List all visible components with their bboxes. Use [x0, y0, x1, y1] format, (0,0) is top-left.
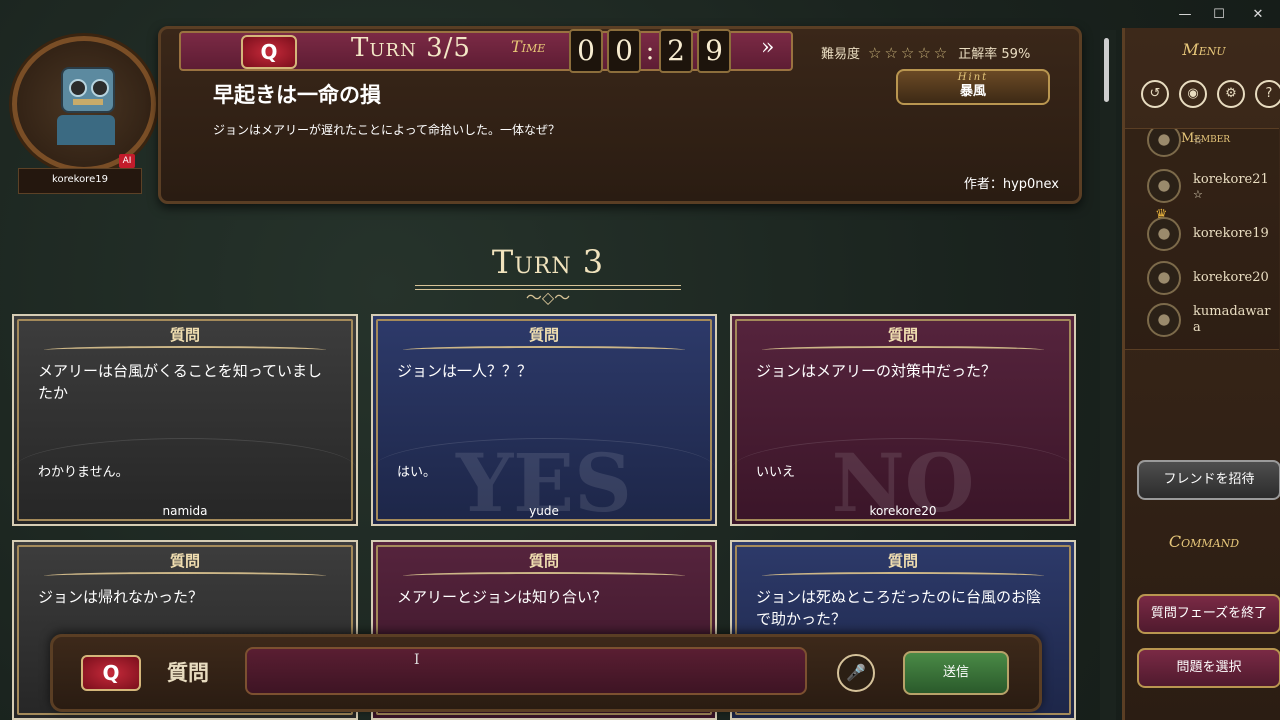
- card-author: korekore20: [869, 504, 937, 518]
- mic-icon[interactable]: 🎤: [837, 654, 875, 692]
- time-label: Time: [511, 37, 546, 56]
- timer-digit: 9: [697, 29, 731, 73]
- discord-icon[interactable]: ◉: [1179, 80, 1207, 108]
- avatar: [1147, 129, 1181, 157]
- question-card: 質問 ジョンは一人？？？ YES はい。 yude: [371, 314, 717, 526]
- member-item: ☆: [1147, 129, 1203, 157]
- member-list[interactable]: Member ☆ korekore21 ☆ ♛ korekore19 koreko…: [1125, 128, 1279, 350]
- scrollbar-thumb[interactable]: [1104, 38, 1109, 102]
- member-item: korekore21 ☆: [1147, 169, 1269, 203]
- puzzle-author: 作者：hyp0nex: [963, 177, 1059, 192]
- question-card: 質問 メアリーは台風がくることを知っていましたか わかりません。 namida: [12, 314, 358, 526]
- avatar: [1147, 217, 1181, 251]
- robot-avatar-icon: [61, 67, 115, 113]
- member-name: korekore19: [1193, 226, 1269, 241]
- difficulty-label: 難易度: [821, 47, 861, 62]
- hint-value: 暴風: [959, 84, 986, 99]
- accuracy-rate: 正解率 59%: [958, 47, 1031, 62]
- member-name: kumadawara: [1193, 304, 1271, 335]
- timer-digit: 0: [569, 29, 603, 73]
- difficulty-stars: ☆☆☆☆☆: [868, 43, 951, 62]
- member-item: korekore19: [1147, 217, 1269, 251]
- sidebar: Menu ↺ ◉ ⚙ ? Member ☆ korekore21 ☆ ♛ kore…: [1122, 28, 1280, 720]
- card-caption: 質問: [528, 552, 559, 570]
- member-star: ☆: [1193, 187, 1203, 201]
- card-caption: 質問: [887, 326, 918, 344]
- menu-title: Menu: [1182, 40, 1226, 59]
- card-question: ジョンはメアリーの対策中だった？: [756, 362, 997, 380]
- player-avatar-frame: [12, 36, 156, 172]
- ai-badge: AI: [119, 154, 135, 168]
- card-question: ジョンは帰れなかった？: [38, 588, 204, 606]
- help-icon[interactable]: ?: [1255, 80, 1280, 108]
- menu-icons: ↺ ◉ ⚙ ?: [1141, 80, 1280, 108]
- member-item: kumadawara: [1147, 303, 1277, 337]
- card-caption: 質問: [169, 326, 200, 344]
- q-badge: Q: [81, 655, 141, 691]
- turn-counter: Turn 3/5: [351, 33, 471, 63]
- card-author: yude: [529, 504, 559, 518]
- timer-digit: 2: [659, 29, 693, 73]
- close-icon[interactable]: ✕: [1236, 0, 1280, 28]
- avatar: [1147, 261, 1181, 295]
- card-answer: はい。: [397, 465, 437, 480]
- hint-label: Hint: [957, 72, 989, 83]
- card-caption: 質問: [528, 326, 559, 344]
- card-answer: いいえ: [756, 465, 796, 480]
- turn-ornament: 〜◇〜: [525, 288, 571, 307]
- send-button[interactable]: 送信: [903, 651, 1009, 695]
- command-title: Command: [1168, 532, 1240, 551]
- timer-colon: :: [645, 36, 655, 66]
- avatar: [1147, 303, 1181, 337]
- puzzle-title: 早起きは一命の損: [213, 82, 381, 107]
- q-badge: Q: [241, 35, 297, 69]
- text-cursor-icon: I: [414, 652, 420, 668]
- main-scrollbar[interactable]: [1100, 30, 1116, 720]
- member-name: korekore20: [1193, 270, 1269, 285]
- invite-friend-button[interactable]: フレンドを招待: [1137, 460, 1280, 500]
- question-input[interactable]: [245, 647, 807, 695]
- puzzle-header: Q Turn 3/5 Time 0 0 : 2 9 » 難易度 ☆☆☆☆☆ 正解…: [158, 26, 1082, 204]
- card-answer: わかりません。: [38, 465, 129, 480]
- player-name: korekore19: [18, 168, 142, 194]
- minimize-icon[interactable]: —: [1168, 0, 1202, 28]
- timer: 0 0 : 2 9: [569, 29, 731, 73]
- avatar: [1147, 169, 1181, 203]
- card-question: メアリーとジョンは知り合い？: [397, 588, 608, 606]
- hint-button[interactable]: Hint 暴風: [896, 69, 1050, 105]
- turn-heading: Turn 3: [491, 243, 605, 281]
- member-item: korekore20: [1147, 261, 1269, 295]
- maximize-icon[interactable]: ☐: [1202, 0, 1236, 28]
- card-caption: 質問: [887, 552, 918, 570]
- puzzle-description: ジョンはメアリーが遅れたことによって命拾いした。一体なぜ？: [213, 123, 561, 137]
- difficulty-info: 難易度 ☆☆☆☆☆ 正解率 59%: [821, 43, 1031, 63]
- back-icon[interactable]: ↺: [1141, 80, 1169, 108]
- card-question: ジョンは一人？？？: [397, 362, 533, 380]
- end-question-phase-button[interactable]: 質問フェーズを終了: [1137, 594, 1280, 634]
- gear-icon[interactable]: ⚙: [1217, 80, 1245, 108]
- card-question: メアリーは台風がくることを知っていましたか: [38, 362, 322, 402]
- timer-digit: 0: [607, 29, 641, 73]
- window-controls: — ☐ ✕: [1168, 0, 1280, 28]
- member-name: korekore21: [1193, 171, 1269, 187]
- question-input-bar: Q 質問 🎤 送信: [50, 634, 1042, 712]
- question-card: 質問 ジョンはメアリーの対策中だった？ NO いいえ korekore20: [730, 314, 1076, 526]
- turn-bar: Q Turn 3/5 Time 0 0 : 2 9 »: [179, 29, 793, 73]
- select-problem-button[interactable]: 問題を選択: [1137, 648, 1280, 688]
- skip-icon[interactable]: »: [761, 35, 774, 60]
- input-label: 質問: [167, 660, 209, 685]
- card-question: ジョンは死ぬところだったのに台風のお陰で助かった？: [756, 588, 1042, 628]
- card-author: namida: [162, 504, 208, 518]
- card-caption: 質問: [169, 552, 200, 570]
